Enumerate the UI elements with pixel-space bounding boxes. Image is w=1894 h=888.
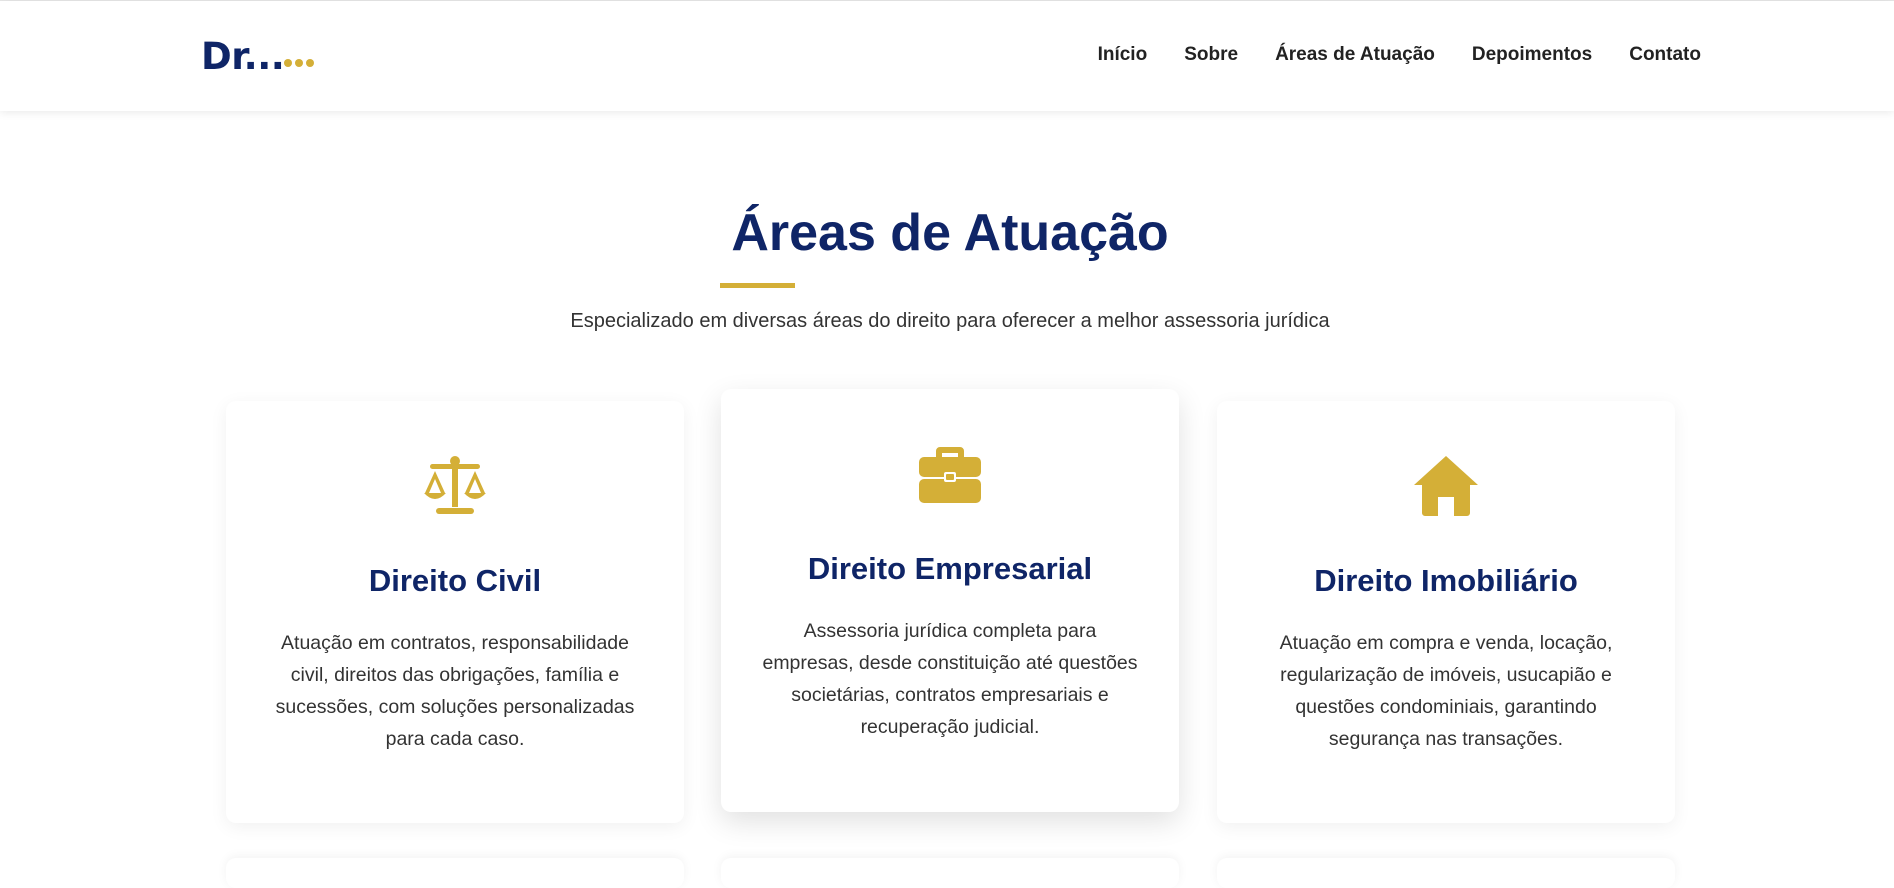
card-title: Direito Imobiliário <box>1314 563 1578 598</box>
card-description: Atuação em compra e venda, locação, regu… <box>1279 632 1613 750</box>
areas-section: Áreas de Atuação Especializado em divers… <box>0 111 1894 888</box>
site-header: Dr... Início Sobre Áreas de Atuação Depo… <box>0 1 1894 111</box>
practice-card-empresarial[interactable]: Direito Empresarial Assessoria jurídica … <box>721 389 1179 812</box>
nav-link-inicio[interactable]: Início <box>1098 44 1148 66</box>
nav-link-areas[interactable]: Áreas de Atuação <box>1275 44 1435 66</box>
nav-link-contato[interactable]: Contato <box>1629 44 1701 66</box>
card-title: Direito Empresarial <box>807 551 1093 586</box>
card-description: Atuação em contratos, responsabilidade c… <box>275 632 635 750</box>
next-card-peek <box>721 858 1179 888</box>
practice-card-imobiliario[interactable]: Direito Imobiliário Atuação em compra e … <box>1217 401 1675 823</box>
card-description: Assessoria jurídica completa para empres… <box>762 620 1138 738</box>
section-subtitle: Especializado em diversas áreas do direi… <box>570 310 1330 332</box>
home-icon <box>1414 456 1478 516</box>
site-logo[interactable]: Dr... <box>201 35 285 78</box>
section-title: Áreas de Atuação <box>731 204 1169 262</box>
card-title: Direito Civil <box>368 563 542 598</box>
main-navigation: Início Sobre Áreas de Atuação Depoimento… <box>1098 44 1701 66</box>
nav-link-sobre[interactable]: Sobre <box>1184 44 1238 66</box>
next-card-peek <box>1217 858 1675 888</box>
briefcase-icon <box>919 447 981 503</box>
logo-dots-icon <box>284 59 314 69</box>
practice-card-civil[interactable]: Direito Civil Atuação em contratos, resp… <box>226 401 684 823</box>
title-underline <box>720 283 795 288</box>
scales-icon <box>424 456 486 514</box>
nav-link-depoimentos[interactable]: Depoimentos <box>1472 44 1592 66</box>
next-card-peek <box>226 858 684 888</box>
